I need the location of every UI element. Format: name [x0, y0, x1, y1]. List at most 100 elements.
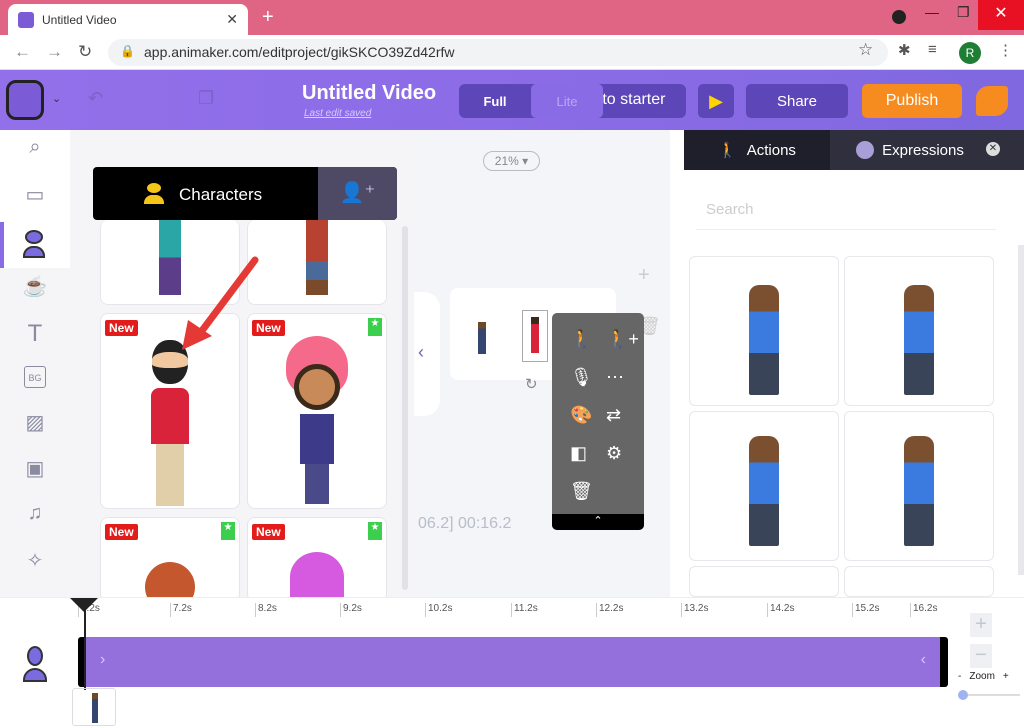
browser-tab[interactable]: Untitled Video ✕ — [8, 4, 248, 35]
share-button[interactable]: Share — [746, 84, 848, 118]
zoom-slider[interactable] — [958, 690, 1020, 700]
tab-title: Untitled Video — [42, 12, 117, 27]
action-card[interactable] — [844, 566, 994, 597]
characters-title: Characters — [179, 185, 263, 204]
walk-icon: 🚶 — [718, 142, 737, 159]
props-icon[interactable]: ☕ — [22, 274, 48, 300]
chevron-down-icon[interactable]: ⌄ — [52, 92, 61, 105]
timeline-tick: 14.2s — [767, 603, 794, 617]
settings-gear-icon[interactable]: ⚙ — [606, 443, 622, 464]
track-end-handle[interactable]: ‹ — [921, 651, 926, 669]
scene-icon[interactable]: ▭ — [22, 182, 48, 208]
selected-character[interactable] — [522, 310, 548, 362]
add-action-icon[interactable]: 🚶+ — [606, 329, 639, 350]
bg-icon[interactable]: BG — [24, 366, 46, 388]
action-card[interactable] — [689, 256, 839, 406]
timeline-tick: 16.2s — [910, 603, 937, 617]
forward-icon[interactable]: → — [46, 42, 63, 62]
timeline-tick: 9.2s — [340, 603, 362, 617]
tab-actions-label: Actions — [746, 141, 796, 159]
zoom-minus[interactable]: - — [958, 671, 961, 682]
character-male[interactable] — [478, 322, 486, 354]
play-button[interactable]: ▶ — [698, 84, 734, 118]
new-badge: New — [105, 524, 138, 540]
motion-path-icon[interactable]: ⋯ — [606, 367, 624, 388]
action-card[interactable] — [844, 256, 994, 406]
playhead[interactable] — [84, 600, 86, 690]
timeline-tick: 8.2s — [255, 603, 277, 617]
minimize-button[interactable]: — — [925, 4, 939, 20]
menu-icon[interactable]: ⋮ — [998, 41, 1013, 59]
swap-icon[interactable]: ⇄ — [606, 405, 621, 426]
microphone-icon[interactable]: 🎙 — [570, 367, 593, 388]
back-icon[interactable]: ← — [14, 42, 31, 62]
text-icon[interactable]: T — [22, 320, 48, 347]
actions-search-input[interactable]: Search — [696, 190, 996, 230]
publish-button[interactable]: Publish — [862, 84, 962, 118]
zoom-plus[interactable]: + — [1003, 671, 1009, 682]
character-thumbnail[interactable] — [72, 688, 116, 726]
action-card[interactable] — [689, 411, 839, 561]
zoom-in-button[interactable]: + — [970, 613, 992, 637]
restore-button[interactable]: ❐ — [957, 4, 970, 21]
actions-scrollbar[interactable] — [1018, 245, 1024, 575]
new-tab-button[interactable]: + — [262, 6, 274, 29]
toggle-lite[interactable]: Lite — [531, 84, 603, 118]
project-title[interactable]: Untitled Video — [302, 82, 436, 105]
timeline-tick: 7.2s — [170, 603, 192, 617]
close-window-button[interactable]: ✕ — [978, 0, 1024, 30]
url-field[interactable]: app.animaker.com/editproject/gikSKCO39Zd… — [108, 39, 888, 66]
extensions-icon[interactable]: ✱ — [898, 41, 911, 59]
save-status[interactable]: Last edit saved — [304, 108, 371, 119]
actions-tabs: 🚶 Actions Expressions ✕ — [684, 130, 1024, 170]
mascot-icon[interactable] — [976, 86, 1008, 116]
lock-icon: 🔒 — [120, 44, 135, 58]
reload-icon[interactable]: ↻ — [78, 42, 92, 62]
new-badge: New — [105, 320, 138, 336]
close-panel-icon[interactable]: ✕ — [986, 142, 1000, 156]
bookmark-star-icon[interactable]: ☆ — [858, 40, 873, 60]
collapse-menu-button[interactable]: ⌃ — [552, 514, 644, 530]
add-character-button[interactable]: 👤⁺ — [318, 167, 397, 220]
effects-icon[interactable]: ✧ — [22, 548, 48, 574]
toggle-full[interactable]: Full — [459, 84, 531, 118]
walk-action-icon[interactable]: 🚶 — [570, 329, 592, 350]
zoom-out-button[interactable]: − — [970, 644, 992, 668]
profile-avatar[interactable]: R — [959, 42, 981, 64]
character-card-new[interactable]: New ★ — [247, 517, 387, 602]
playhead-handle[interactable] — [70, 598, 98, 612]
zoom-label-row: - Zoom + — [958, 671, 1009, 682]
panel-scrollbar[interactable] — [402, 226, 408, 590]
video-icon[interactable]: ▣ — [22, 456, 48, 482]
palette-icon[interactable]: 🎨 — [570, 405, 592, 426]
collapse-panel-button[interactable]: ‹ — [414, 292, 440, 416]
sidebar-item-character[interactable] — [0, 222, 70, 268]
action-card[interactable] — [689, 566, 839, 597]
close-tab-icon[interactable]: ✕ — [226, 11, 238, 28]
tab-expressions[interactable]: Expressions — [830, 130, 990, 170]
character-track-icon — [22, 646, 48, 684]
premium-star-icon: ★ — [368, 522, 382, 540]
flip-icon[interactable]: ◧ — [570, 443, 587, 464]
zoom-dropdown[interactable]: 21% ▾ — [483, 151, 540, 171]
full-lite-toggle[interactable]: e to starter Full Lite — [459, 84, 686, 118]
add-scene-icon[interactable]: + — [638, 264, 650, 287]
tab-actions[interactable]: 🚶 Actions — [684, 130, 830, 170]
track-start-handle[interactable]: › — [100, 651, 105, 669]
animaker-logo[interactable] — [6, 80, 44, 120]
rotate-icon[interactable]: ↻ — [525, 375, 538, 393]
undo-icon[interactable]: ↶ — [88, 88, 103, 109]
action-card[interactable] — [844, 411, 994, 561]
media-icon[interactable]: ≡ — [928, 41, 937, 58]
profile-dropdown-icon[interactable] — [892, 10, 906, 24]
characters-header: Characters 👤⁺ — [93, 167, 397, 220]
timeline-tick: 15.2s — [852, 603, 879, 617]
zoom-slider-thumb[interactable] — [958, 690, 968, 700]
trash-icon[interactable]: 🗑 — [570, 481, 593, 502]
timeline-track[interactable]: › ‹ — [78, 637, 948, 687]
search-icon[interactable]: ⌕ — [22, 136, 48, 162]
duplicate-icon[interactable]: ❐ — [198, 88, 214, 109]
image-icon[interactable]: ▨ — [22, 410, 48, 436]
character-card-new[interactable]: New ★ — [100, 517, 240, 602]
music-icon[interactable]: ♫ — [22, 502, 48, 528]
